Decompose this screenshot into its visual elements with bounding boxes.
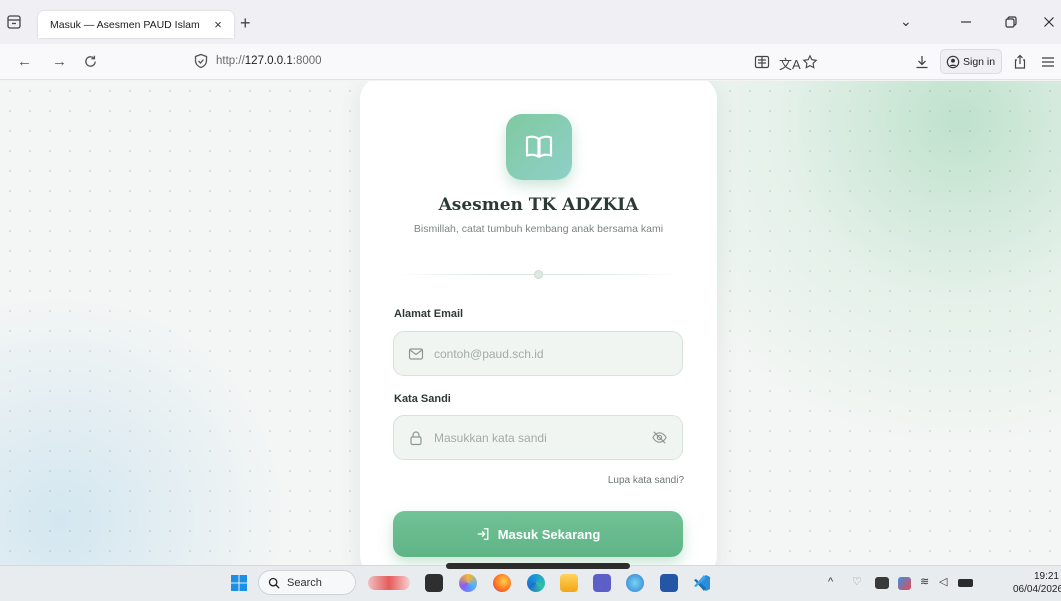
page-viewport: Asesmen TK ADZKIA Bismillah, catat tumbu… [0, 81, 1061, 565]
login-icon [477, 528, 489, 540]
address-bar[interactable]: http://127.0.0.1:8000 [216, 55, 322, 67]
vscode-icon[interactable] [693, 574, 711, 592]
menu-icon[interactable] [1041, 54, 1055, 70]
clock-date: 06/04/2026 [1013, 584, 1061, 595]
download-icon[interactable] [914, 54, 930, 70]
translate-icon[interactable]: 文A [779, 54, 801, 73]
bookmark-star-icon[interactable] [802, 54, 818, 70]
windows-start-icon[interactable] [230, 574, 248, 592]
browser-globe-icon[interactable] [626, 574, 644, 592]
new-tab-button[interactable]: + [240, 14, 251, 32]
email-label: Alamat Email [394, 308, 464, 320]
browser-tab-bar: Masuk — Asesmen PAUD Islam × + ⌄ [0, 0, 1061, 44]
lock-icon [410, 430, 422, 445]
open-book-icon [525, 135, 553, 158]
password-label: Kata Sandi [394, 393, 451, 405]
copilot-icon[interactable] [459, 574, 477, 592]
browser-tab[interactable]: Masuk — Asesmen PAUD Islam × [38, 11, 234, 38]
tray-overflow-icon[interactable]: ^ [828, 575, 833, 589]
email-field[interactable]: contoh@paud.sch.id [393, 331, 683, 376]
teams-icon[interactable] [593, 574, 611, 592]
url-host: 127.0.0.1 [244, 55, 293, 67]
edge-icon[interactable] [527, 574, 545, 592]
url-port: :8000 [292, 55, 322, 67]
submit-label: Masuk Sekarang [497, 526, 601, 542]
password-field[interactable]: Masukkan kata sandi [393, 415, 683, 460]
shield-icon[interactable] [193, 53, 209, 69]
tray-capture-icon[interactable] [875, 577, 889, 589]
taskbar-clock[interactable]: 19:21 06/04/2026 [1013, 570, 1061, 596]
sign-in-label: Sign in [963, 55, 996, 68]
tray-security-icon[interactable] [898, 577, 911, 590]
tab-list-icon[interactable] [6, 14, 22, 30]
forgot-password-link[interactable]: Lupa kata sandi? [608, 475, 684, 486]
back-icon[interactable]: ← [17, 53, 32, 71]
battery-icon[interactable] [958, 579, 973, 587]
forward-icon[interactable]: → [52, 53, 67, 71]
firefox-icon[interactable] [493, 574, 511, 592]
envelope-icon [408, 347, 424, 360]
taskbar-search[interactable]: Search [258, 570, 356, 595]
account-icon [946, 55, 960, 68]
volume-icon[interactable]: ◁ [939, 575, 947, 589]
password-placeholder: Masukkan kata sandi [434, 430, 547, 445]
eye-off-icon[interactable] [651, 429, 668, 446]
card-bottom-element [446, 563, 630, 569]
tab-close-button[interactable]: × [210, 17, 226, 32]
share-icon[interactable] [1012, 54, 1028, 70]
task-view-icon[interactable] [425, 574, 443, 592]
page-subtitle: Bismillah, catat tumbuh kembang anak ber… [413, 223, 664, 235]
app-logo [506, 114, 572, 180]
sign-in-button[interactable]: Sign in [940, 49, 1002, 74]
url-prefix: http:// [216, 55, 245, 67]
reload-icon[interactable] [83, 54, 98, 69]
search-label: Search [287, 576, 322, 589]
search-icon [268, 577, 280, 589]
email-placeholder: contoh@paud.sch.id [434, 346, 544, 361]
file-explorer-icon[interactable] [560, 574, 578, 592]
login-submit-button[interactable]: Masuk Sekarang [393, 511, 683, 557]
clock-time: 19:21 [1033, 571, 1059, 582]
close-window-icon[interactable] [1043, 16, 1055, 28]
widgets-icon[interactable] [368, 576, 410, 590]
tab-dropdown-icon[interactable]: ⌄ [900, 13, 912, 29]
store-icon[interactable] [660, 574, 678, 592]
wifi-icon[interactable]: ≋ [920, 575, 929, 589]
reader-view-icon[interactable] [754, 54, 770, 70]
page-title: Asesmen TK ADZKIA [438, 195, 639, 215]
browser-nav-bar: ← → [0, 44, 1061, 80]
login-card: Asesmen TK ADZKIA Bismillah, catat tumbu… [360, 81, 717, 565]
tray-app-icon[interactable]: ♡ [852, 575, 862, 589]
divider-dot [534, 270, 543, 279]
tab-title: Masuk — Asesmen PAUD Islam [50, 18, 200, 31]
maximize-icon[interactable] [1005, 16, 1017, 28]
minimize-icon[interactable] [960, 18, 972, 26]
